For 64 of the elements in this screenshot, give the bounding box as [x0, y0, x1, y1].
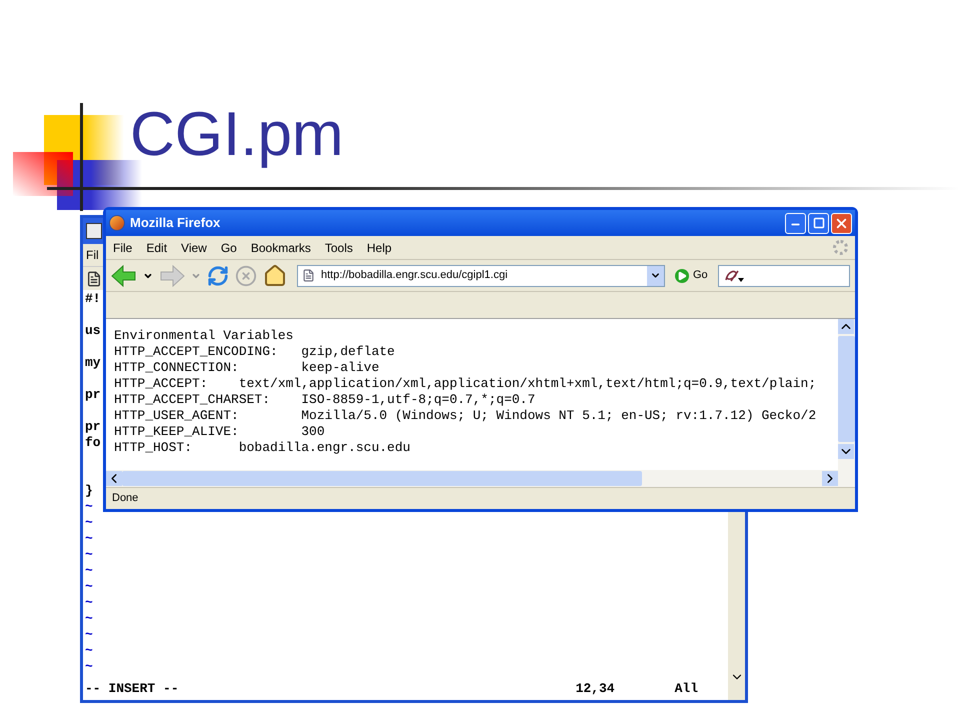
vertical-scrollbar[interactable] [728, 512, 745, 700]
scroll-thumb[interactable] [122, 471, 642, 486]
search-field[interactable] [718, 264, 850, 286]
scroll-up-icon[interactable] [838, 319, 854, 334]
empty-line-mark: ~ [85, 595, 93, 611]
menu-item[interactable]: Go [220, 238, 237, 256]
menu-item[interactable]: Fil [86, 246, 99, 264]
variable-line: HTTP_CONNECTION: keep-alive [114, 360, 380, 376]
home-icon[interactable] [263, 264, 287, 288]
empty-line-mark: ~ [85, 515, 93, 531]
scroll-right-icon[interactable] [822, 471, 838, 486]
menu-item[interactable]: View [181, 238, 207, 256]
app-icon [86, 223, 102, 239]
empty-line-mark: ~ [85, 627, 93, 643]
minimize-button[interactable] [785, 212, 806, 234]
empty-line-mark: ~ [85, 563, 93, 579]
menu-item[interactable]: Bookmarks [250, 238, 311, 256]
empty-line-mark: ~ [85, 547, 93, 563]
code-line: my [85, 355, 101, 371]
horizontal-scrollbar[interactable] [106, 470, 838, 487]
code-line: pr [85, 387, 101, 403]
go-button[interactable]: Go [675, 267, 708, 284]
variable-line: HTTP_ACCEPT: text/xml,application/xml,application/xhtml+xml,text/html;q=0.9,text/plain; [114, 376, 816, 392]
slide-title: CGI.pm [130, 100, 344, 170]
dropdown-button[interactable] [647, 266, 664, 286]
play-icon[interactable] [675, 268, 689, 282]
menu-item[interactable]: Help [366, 238, 392, 256]
maximize-icon[interactable] [812, 217, 824, 229]
empty-line-mark: ~ [85, 531, 93, 547]
code-line: } [85, 483, 93, 499]
empty-line-mark: ~ [85, 659, 93, 675]
page-heading: Environmental Variables [114, 328, 294, 344]
scroll-thumb[interactable] [838, 336, 855, 442]
scroll-down-icon[interactable] [838, 444, 854, 459]
code-line: fo [85, 435, 101, 451]
cursor-position: 12,34 [576, 681, 615, 697]
empty-line-mark: ~ [85, 611, 93, 627]
empty-line-mark: ~ [85, 643, 93, 659]
scroll-position: All [674, 681, 698, 697]
window-title: Mozilla Firefox [130, 214, 220, 232]
code-line: us [85, 323, 101, 339]
address-field[interactable]: http://bobadilla.engr.scu.edu/cgipl1.cgi [297, 264, 665, 286]
empty-line-mark: ~ [85, 499, 93, 515]
vertical-scrollbar[interactable] [838, 319, 855, 487]
variable-line: HTTP_HOST: bobadilla.engr.scu.edu [114, 440, 410, 456]
scroll-left-icon[interactable] [106, 471, 122, 486]
maximize-button[interactable] [808, 212, 829, 234]
reload-icon[interactable] [207, 264, 229, 286]
variable-line: HTTP_KEEP_ALIVE: 300 [114, 424, 325, 440]
menu-item[interactable]: Edit [146, 238, 168, 256]
variable-line: HTTP_ACCEPT_CHARSET: ISO-8859-1,utf-8;q=0.7,*;q=0.7 [114, 392, 536, 408]
variable-line: HTTP_ACCEPT_ENCODING: gzip,deflate [114, 344, 395, 360]
menu-item[interactable]: File [113, 238, 132, 256]
throbber-icon [833, 240, 848, 255]
code-line: #! [85, 291, 101, 307]
page-icon [302, 269, 315, 282]
back-arrow-icon[interactable] [111, 264, 137, 286]
mode-indicator: -- INSERT -- [85, 681, 179, 697]
menu-item[interactable]: Tools [324, 238, 353, 256]
search-engine-icon[interactable] [722, 268, 745, 282]
status-text: Done [112, 491, 138, 506]
code-line: pr [85, 419, 101, 435]
empty-line-mark: ~ [85, 579, 93, 595]
variable-line: HTTP_USER_AGENT: Mozilla/5.0 (Windows; U; Windows NT 5.1; en-US; rv:1.7.12) Gecko/2 [114, 408, 816, 424]
